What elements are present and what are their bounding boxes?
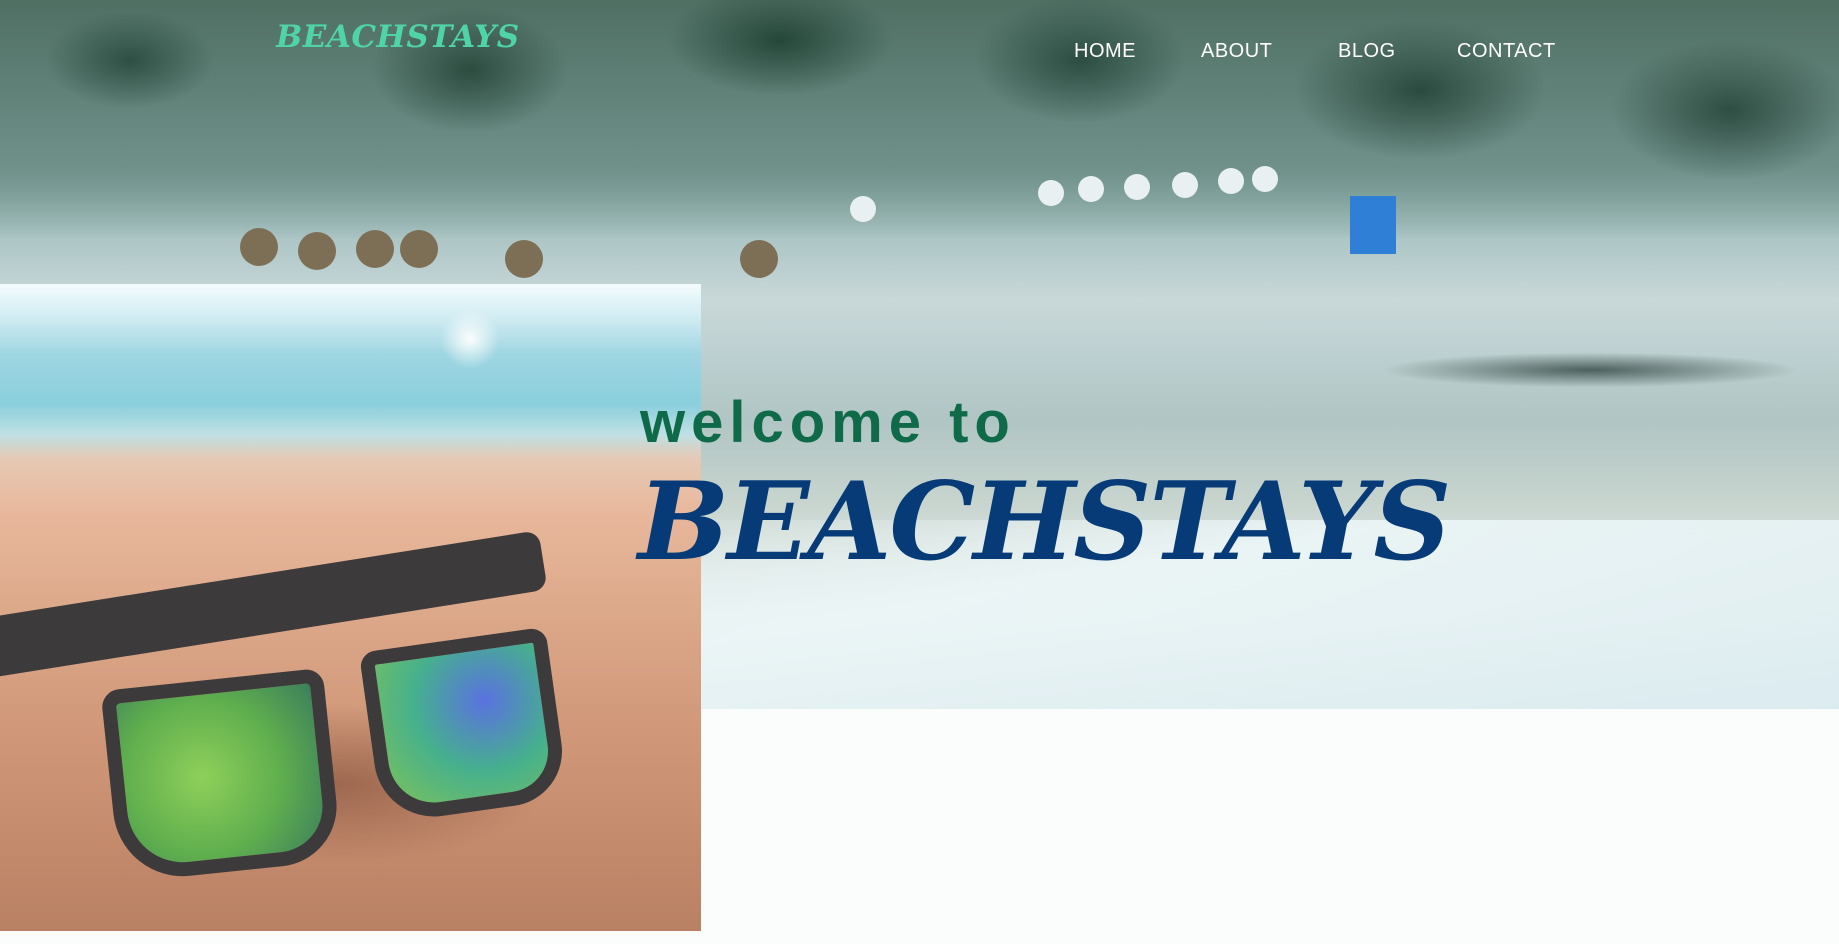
thatch-umbrella: [740, 240, 778, 278]
welcome-heading: welcome to: [640, 390, 1016, 455]
thatch-umbrella: [240, 228, 278, 266]
beach-umbrella: [1038, 180, 1064, 206]
sunglasses-right-lens: [358, 626, 570, 825]
seaweed-line: [1330, 330, 1839, 400]
thatch-umbrella: [356, 230, 394, 268]
beach-umbrella: [1218, 168, 1244, 194]
nav-contact-link[interactable]: CONTACT: [1457, 40, 1556, 63]
site-logo[interactable]: BEACHSTAYS: [276, 22, 520, 53]
brand-title: BEACHSTAYS: [638, 459, 1451, 585]
sun-glow: [440, 309, 500, 369]
beach-umbrella: [1078, 176, 1104, 202]
beach-umbrella: [1252, 166, 1278, 192]
blue-tent: [1350, 196, 1396, 254]
sunglasses-left-lens: [100, 667, 343, 884]
beach-umbrella: [1172, 172, 1198, 198]
beach-umbrella: [850, 196, 876, 222]
sunglasses-on-sand-image: [0, 284, 701, 931]
beach-umbrella: [1124, 174, 1150, 200]
thatch-umbrella: [400, 230, 438, 268]
landing-page: BEACHSTAYS HOME ABOUT BLOG CONTACT welco…: [0, 0, 1839, 944]
nav-home-link[interactable]: HOME: [1074, 40, 1136, 63]
nav-blog-link[interactable]: BLOG: [1338, 40, 1396, 63]
nav-about-link[interactable]: ABOUT: [1201, 40, 1272, 63]
thatch-umbrella: [298, 232, 336, 270]
thatch-umbrella: [505, 240, 543, 278]
